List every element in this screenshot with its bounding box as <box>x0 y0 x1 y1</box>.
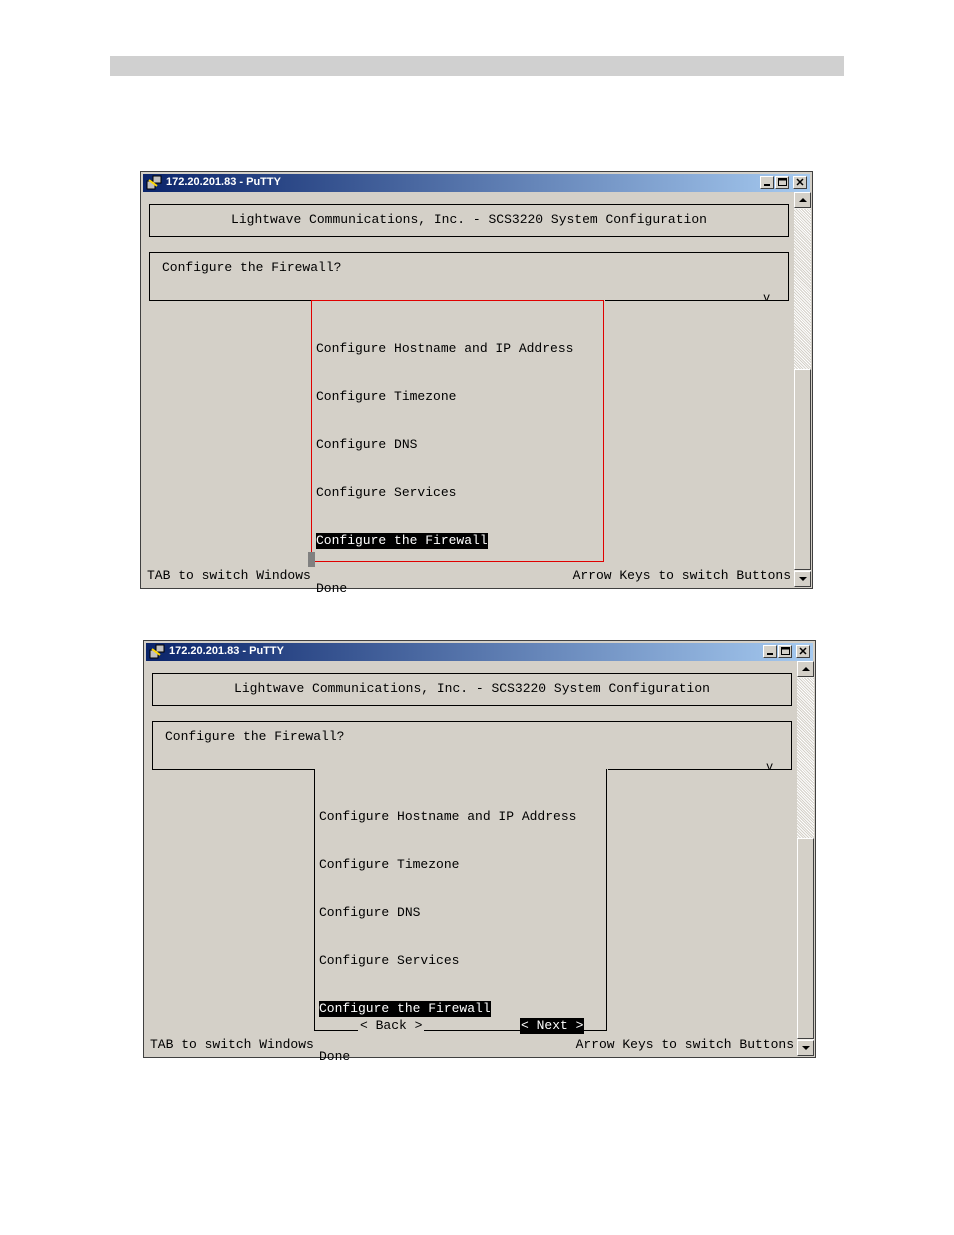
scroll-up-button[interactable] <box>794 192 811 208</box>
scroll-down-button[interactable] <box>797 1040 814 1056</box>
scroll-track[interactable] <box>797 678 814 838</box>
question-box: Configure the Firewall? <box>152 721 792 770</box>
maximize-icon <box>781 647 790 655</box>
back-button[interactable]: < Back > <box>358 1018 425 1034</box>
box-border-line <box>605 300 789 301</box>
header-box: Lightwave Communications, Inc. - SCS3220… <box>149 204 789 237</box>
maximize-button[interactable] <box>775 176 789 189</box>
status-right: Arrow Keys to switch Buttons <box>575 1037 794 1052</box>
vertical-scrollbar[interactable] <box>797 661 814 1056</box>
menu-box-focused: Configure Hostname and IP Address Config… <box>311 300 604 596</box>
arrow-down-icon <box>799 577 807 581</box>
putty-icon <box>146 175 162 190</box>
status-right: Arrow Keys to switch Buttons <box>572 568 791 583</box>
window-title: 172.20.201.83 - PuTTY <box>169 645 284 657</box>
close-button[interactable] <box>796 645 810 658</box>
close-icon <box>799 647 807 655</box>
window-title: 172.20.201.83 - PuTTY <box>166 176 281 188</box>
title-bar[interactable]: 172.20.201.83 - PuTTY <box>143 174 810 192</box>
arrow-down-icon <box>802 1046 810 1050</box>
arrow-up-icon <box>802 667 810 671</box>
close-button[interactable] <box>793 176 807 189</box>
arrow-up-icon <box>799 198 807 202</box>
maximize-button[interactable] <box>778 645 792 658</box>
scroll-indicator: v <box>766 760 774 774</box>
menu-item-firewall[interactable]: Configure the Firewall <box>316 533 488 549</box>
title-bar[interactable]: 172.20.201.83 - PuTTY <box>146 643 813 661</box>
minimize-button[interactable] <box>760 176 774 189</box>
menu-item-services[interactable]: Configure Services <box>316 485 456 501</box>
terminal-area[interactable]: Lightwave Communications, Inc. - SCS3220… <box>143 192 793 596</box>
scroll-thumb[interactable] <box>797 838 814 1039</box>
status-left: TAB to switch Windows <box>147 568 311 583</box>
question-box: Configure the Firewall? <box>149 252 789 301</box>
minimize-icon <box>767 653 773 655</box>
menu-item-dns[interactable]: Configure DNS <box>319 905 420 921</box>
scroll-up-button[interactable] <box>797 661 814 677</box>
close-icon <box>796 178 804 186</box>
minimize-icon <box>764 184 770 186</box>
header-text: Lightwave Communications, Inc. - SCS3220… <box>231 212 707 227</box>
box-border-line <box>149 300 311 301</box>
next-button[interactable]: < Next > <box>520 1018 585 1034</box>
putty-icon <box>149 644 165 659</box>
menu-list: Configure Hostname and IP Address Config… <box>316 309 573 629</box>
scroll-down-button[interactable] <box>794 571 811 587</box>
menu-item-timezone[interactable]: Configure Timezone <box>319 857 459 873</box>
scroll-track[interactable] <box>794 209 811 369</box>
button-row: < Back > < Next > <box>314 1018 585 1082</box>
vertical-scrollbar[interactable] <box>794 192 811 587</box>
putty-window-1: 172.20.201.83 - PuTTY Lightwave Communic… <box>140 171 813 596</box>
menu-item-timezone[interactable]: Configure Timezone <box>316 389 456 405</box>
menu-item-services[interactable]: Configure Services <box>319 953 459 969</box>
menu-box: Configure Hostname and IP Address Config… <box>314 769 607 1064</box>
menu-item-hostname[interactable]: Configure Hostname and IP Address <box>319 809 576 825</box>
page-header-bar <box>110 56 844 76</box>
scroll-indicator: v <box>763 291 771 305</box>
minimize-button[interactable] <box>763 645 777 658</box>
question-text: Configure the Firewall? <box>165 729 345 744</box>
question-text: Configure the Firewall? <box>162 260 342 275</box>
putty-window-2: 172.20.201.83 - PuTTY Lightwave Communic… <box>143 640 816 1064</box>
box-border-line <box>608 769 792 770</box>
menu-item-done[interactable]: Done <box>316 581 347 597</box>
header-text: Lightwave Communications, Inc. - SCS3220… <box>234 681 710 696</box>
header-box: Lightwave Communications, Inc. - SCS3220… <box>152 673 792 706</box>
menu-item-dns[interactable]: Configure DNS <box>316 437 417 453</box>
maximize-icon <box>778 178 787 186</box>
box-border-line <box>152 769 314 770</box>
status-left: TAB to switch Windows <box>150 1037 314 1052</box>
terminal-area[interactable]: Lightwave Communications, Inc. - SCS3220… <box>146 661 796 1064</box>
menu-item-hostname[interactable]: Configure Hostname and IP Address <box>316 341 573 357</box>
text-cursor <box>308 552 315 567</box>
scroll-thumb[interactable] <box>794 369 811 570</box>
menu-item-firewall[interactable]: Configure the Firewall <box>319 1001 491 1017</box>
